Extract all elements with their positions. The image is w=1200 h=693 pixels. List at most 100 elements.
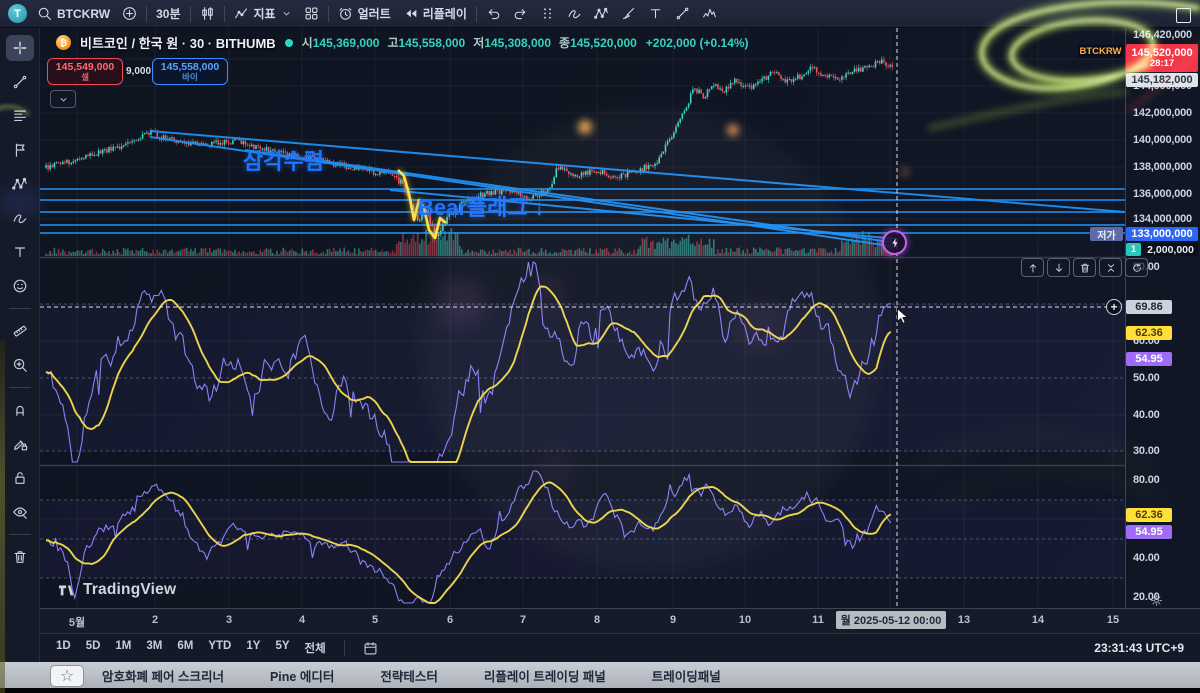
toolbar-divider (9, 534, 31, 535)
textT-icon (648, 6, 663, 21)
emoji-icon (12, 278, 28, 294)
axis-tick: 50.00 (1133, 372, 1160, 384)
fib-retracement-tool[interactable] (6, 103, 34, 129)
symbol-search[interactable]: BTCKRW (31, 4, 116, 23)
spread-value: 9,000 (126, 66, 151, 77)
range-6M[interactable]: 6M (177, 640, 193, 656)
range-3M[interactable]: 3M (146, 640, 162, 656)
axis-tick: 40.00 (1133, 409, 1160, 421)
range-5Y[interactable]: 5Y (275, 640, 289, 656)
interval-select[interactable]: 30분 (150, 3, 186, 24)
alert-label: 얼러트 (358, 5, 391, 22)
chart-svg (40, 28, 1125, 608)
axis-tick: 146,420,000 (1133, 29, 1192, 41)
trend-line[interactable] (669, 4, 696, 23)
goto-date-icon[interactable] (363, 641, 378, 656)
flag-icon (12, 142, 28, 158)
time-tick: 13 (958, 614, 970, 626)
watchlist-star-button[interactable]: ☆ (50, 665, 84, 687)
buy-button[interactable]: 145,558,000 바이 (152, 58, 228, 85)
add-alert-plus-icon[interactable]: + (1106, 299, 1122, 315)
trend-line-tool[interactable] (6, 69, 34, 95)
search-icon (37, 6, 52, 21)
flag-pattern-tool[interactable] (6, 137, 34, 163)
bottom-tab-0[interactable]: 암호화폐 페어 스크리너 (102, 666, 224, 685)
chart-canvas[interactable] (40, 28, 1125, 608)
lock-icon (12, 470, 28, 486)
emoji-tool[interactable] (6, 273, 34, 299)
clock-timezone[interactable]: 23:31:43 UTC+9 (1094, 641, 1184, 655)
alert[interactable]: 얼러트 (332, 3, 397, 24)
replay[interactable]: 리플레이 (397, 3, 473, 24)
xabcd-pattern-tool[interactable] (6, 171, 34, 197)
range-1Y[interactable]: 1Y (246, 640, 260, 656)
drawing-lock-tool[interactable] (6, 431, 34, 457)
textT-icon (12, 244, 28, 260)
range-YTD[interactable]: YTD (208, 640, 231, 656)
undo[interactable] (480, 4, 507, 23)
scale-settings-gear-icon[interactable] (1150, 594, 1163, 607)
chart-style[interactable] (194, 4, 221, 23)
brush[interactable] (615, 4, 642, 23)
time-axis[interactable]: 5월234567891011131415 (40, 608, 1200, 633)
chevron-down-icon (281, 8, 292, 19)
range-1M[interactable]: 1M (115, 640, 131, 656)
remove-drawings-tool[interactable] (6, 544, 34, 570)
pane-maximize-button[interactable] (1125, 258, 1148, 277)
ohlc-item: 고145,558,000 (387, 34, 465, 51)
bottom-tab-1[interactable]: Pine 에디터 (270, 666, 334, 685)
toolbar-divider (190, 6, 191, 22)
crosshair-tool[interactable] (6, 35, 34, 61)
text-tool[interactable] (642, 4, 669, 23)
collapse-legend-button[interactable] (50, 90, 76, 108)
pane-collapse-button[interactable] (1099, 258, 1122, 277)
drawing-anchor-icon[interactable] (882, 230, 907, 255)
sell-button[interactable]: 145,549,000 셀 (47, 58, 123, 85)
indicators[interactable]: 지표 (228, 3, 298, 24)
pane-move-up-button[interactable] (1021, 258, 1044, 277)
ruler-icon (12, 323, 28, 339)
bottom-tab-4[interactable]: 트레이딩패널 (652, 666, 721, 685)
bottom-tabbar: 암호화폐 페어 스크리너 Pine 에디터 전략테스터 리플레이 트레이딩 패널 트레이… (0, 662, 1200, 688)
range-5D[interactable]: 5D (86, 640, 101, 656)
symbol-title[interactable]: 비트코인 / 한국 원 · 30 · BITHUMB (80, 33, 276, 52)
annotation-bear-flag[interactable]: Bear플래그 ↓ (418, 190, 545, 222)
last-price: 145,520,000 (1131, 47, 1192, 59)
range-1D[interactable]: 1D (56, 640, 71, 656)
head-shoulders-pattern[interactable] (696, 4, 723, 23)
left-bezel-glow (0, 340, 5, 693)
annotation-triangle[interactable]: 삼각수렴 (243, 144, 324, 176)
top-toolbar: T BTCKRW 30분 지표 얼러트 리플레이 (0, 0, 1200, 28)
text-tool[interactable] (6, 239, 34, 265)
redo[interactable] (507, 4, 534, 23)
magnet-tool[interactable] (6, 397, 34, 423)
range-전체[interactable]: 전체 (305, 640, 326, 656)
low-price-badge: 133,000,000 (1126, 227, 1198, 241)
tline-icon (12, 74, 28, 90)
lock-all-tool[interactable] (6, 465, 34, 491)
axis-tick: 134,000,000 (1133, 213, 1192, 225)
drag-handle[interactable] (534, 4, 561, 23)
scribble-icon (12, 210, 28, 226)
pane-delete-button[interactable] (1073, 258, 1096, 277)
pane-move-down-button[interactable] (1047, 258, 1070, 277)
trash-icon (12, 549, 28, 565)
range-toolbar: 1D 5D 1M 3M 6M YTD 1Y 5Y 전체 23:31:43 UTC+9 (40, 633, 1200, 662)
user-avatar[interactable]: T (8, 4, 27, 23)
axis-tick: 142,000,000 (1133, 107, 1192, 119)
maximize-window-icon[interactable] (1176, 8, 1191, 23)
pane-controls (1021, 258, 1148, 277)
brush-tool[interactable] (6, 205, 34, 231)
bottom-tab-2[interactable]: 전략테스터 (380, 666, 438, 685)
prev-close-badge: 145,182,000 (1126, 73, 1198, 87)
hide-drawings-tool[interactable] (6, 499, 34, 525)
measure-tool[interactable] (6, 318, 34, 344)
bottom-tab-3[interactable]: 리플레이 트레이딩 패널 (484, 666, 606, 685)
add-symbol[interactable] (116, 4, 143, 23)
layout-grid[interactable] (298, 4, 325, 23)
draw-freehand[interactable] (561, 4, 588, 23)
zoom-in-tool[interactable] (6, 352, 34, 378)
magnet-icon (12, 402, 28, 418)
xabcd-pattern[interactable] (588, 4, 615, 23)
symbol-tag: BTCKRW (1078, 45, 1123, 58)
